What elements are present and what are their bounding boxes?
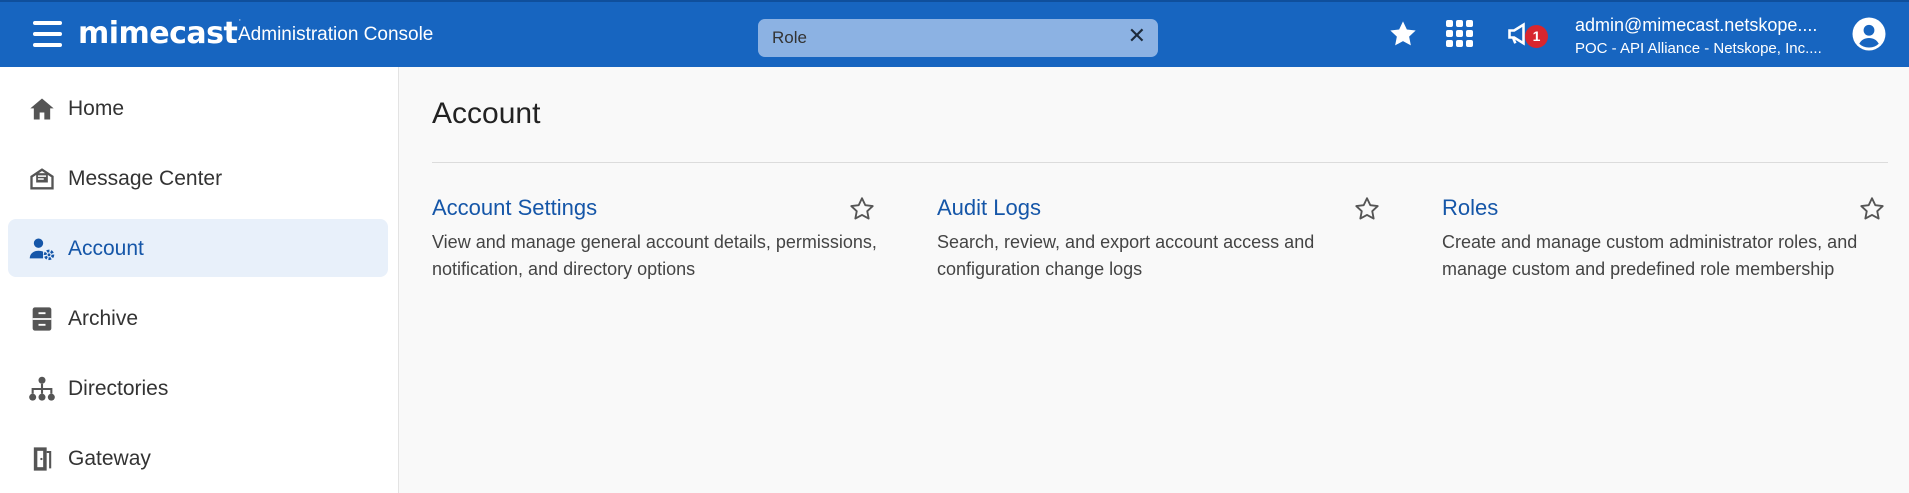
archive-icon bbox=[32, 307, 52, 331]
home-icon bbox=[30, 98, 54, 120]
sidebar-nav: Home Message Center Account Archive Dire… bbox=[0, 67, 399, 493]
sidebar-item-label: Home bbox=[68, 97, 125, 120]
search-input[interactable] bbox=[772, 27, 1102, 49]
main-content: Account Account Settings View and manage… bbox=[400, 67, 1909, 493]
sidebar-item-home[interactable]: Home bbox=[8, 79, 388, 137]
favorites-star-icon[interactable] bbox=[1387, 18, 1419, 50]
brand-name: mimecast bbox=[78, 16, 238, 51]
card-title-link[interactable]: Roles bbox=[1442, 195, 1498, 221]
message-center-icon bbox=[30, 168, 54, 190]
card-audit-logs: Audit Logs Search, review, and export ac… bbox=[937, 195, 1397, 283]
sidebar-item-label: Account bbox=[68, 237, 144, 260]
card-account-settings: Account Settings View and manage general… bbox=[432, 195, 892, 283]
favorite-star-icon[interactable] bbox=[1353, 195, 1381, 223]
sidebar-item-archive[interactable]: Archive bbox=[8, 289, 388, 347]
sidebar-item-account[interactable]: Account bbox=[8, 219, 388, 277]
notification-count-badge[interactable]: 1 bbox=[1525, 25, 1548, 48]
sidebar-item-gateway[interactable]: Gateway bbox=[8, 429, 388, 487]
favorite-star-icon[interactable] bbox=[1858, 195, 1886, 223]
account-settings-icon bbox=[29, 238, 55, 261]
user-avatar-icon[interactable] bbox=[1851, 16, 1887, 52]
user-organization[interactable]: POC - API Alliance - Netskope, Inc.... bbox=[1575, 40, 1822, 57]
card-description: Search, review, and export account acces… bbox=[937, 232, 1315, 279]
favorite-star-icon[interactable] bbox=[848, 195, 876, 223]
gateway-icon bbox=[33, 447, 52, 471]
card-title-link[interactable]: Audit Logs bbox=[937, 195, 1041, 221]
console-title: Administration Console bbox=[238, 24, 434, 45]
sidebar-item-directories[interactable]: Directories bbox=[8, 359, 388, 417]
card-roles: Roles Create and manage custom administr… bbox=[1442, 195, 1902, 283]
card-title-link[interactable]: Account Settings bbox=[432, 195, 597, 221]
sidebar-item-label: Message Center bbox=[68, 167, 223, 190]
directories-icon bbox=[29, 376, 55, 401]
user-email[interactable]: admin@mimecast.netskope.... bbox=[1575, 15, 1817, 36]
title-divider bbox=[432, 162, 1888, 163]
search-box[interactable]: ✕ bbox=[758, 19, 1158, 57]
card-description: View and manage general account details,… bbox=[432, 232, 877, 279]
sidebar-item-label: Archive bbox=[68, 307, 139, 330]
page-title: Account bbox=[432, 97, 541, 130]
mimecast-logo[interactable]: mimecast· bbox=[78, 16, 241, 51]
clear-search-icon[interactable]: ✕ bbox=[1128, 26, 1146, 48]
sidebar-item-label: Gateway bbox=[68, 447, 151, 470]
app-launcher-grid-icon[interactable] bbox=[1446, 20, 1474, 48]
sidebar-item-message-center[interactable]: Message Center bbox=[8, 149, 388, 207]
top-bar: mimecast· Administration Console ✕ 1 adm… bbox=[0, 0, 1909, 67]
sidebar-item-label: Directories bbox=[68, 377, 169, 400]
hamburger-menu-icon[interactable] bbox=[33, 21, 62, 47]
card-description: Create and manage custom administrator r… bbox=[1442, 232, 1858, 279]
